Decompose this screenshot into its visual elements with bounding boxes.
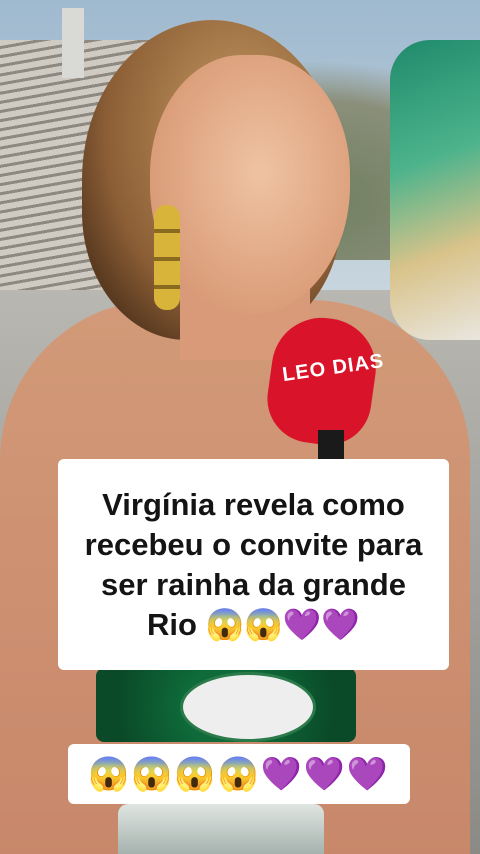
caption-title: Virgínia revela como recebeu o convite p… (84, 486, 423, 642)
video-frame: LEO DIAS (0, 0, 480, 854)
caption-emoji-line: 😱😱😱😱💜💜💜 (88, 754, 390, 792)
samba-school-crest (180, 672, 316, 742)
background-pole (62, 8, 84, 78)
caption-emoji-box: 😱😱😱😱💜💜💜 (68, 744, 410, 804)
earring (154, 205, 180, 310)
person-face (150, 55, 350, 315)
caption-title-box: Virgínia revela como recebeu o convite p… (58, 459, 449, 670)
drum (118, 804, 324, 854)
carnival-costume (390, 40, 480, 340)
